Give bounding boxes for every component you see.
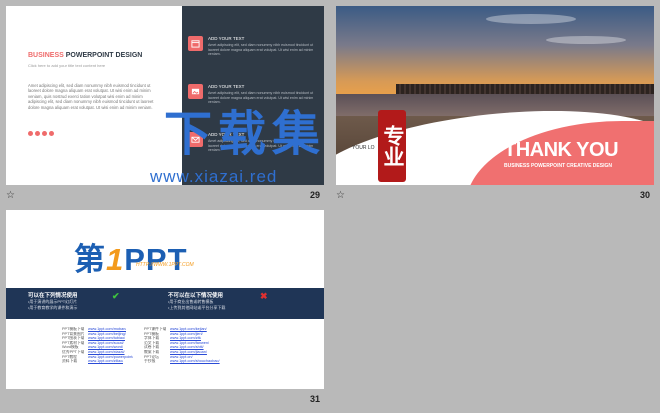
allowed-heading: 可以在下列情况使用 bbox=[28, 293, 78, 299]
brand-text: PPT bbox=[124, 242, 188, 277]
brand-text: 第 bbox=[74, 242, 106, 277]
slide-number: 31 bbox=[310, 394, 321, 404]
slide-number: 30 bbox=[640, 190, 651, 200]
watermark-seal: 专业 bbox=[378, 110, 406, 182]
usage-bar: 可以在下列情况使用 •用于演讲的展示PPT幻灯片 •用于教育教学的课件和演示 不… bbox=[6, 288, 324, 319]
watermark-title: 下载集 bbox=[164, 108, 327, 161]
slide-number: 29 bbox=[310, 190, 321, 200]
link-label: 资料下载 bbox=[62, 359, 78, 364]
check-icon: ✔ bbox=[112, 291, 120, 301]
link-row: 手抄报 www.1ppt.com/shouchaobao/ bbox=[144, 359, 234, 364]
logo-placeholder: YOUR LO bbox=[352, 145, 375, 151]
forbidden-heading: 不可以在以下情况使用 bbox=[168, 293, 224, 299]
link-url[interactable]: www.1ppt.com/ziliao/ bbox=[88, 359, 123, 364]
brand-url: HTTP://WWW.1PPT.COM bbox=[136, 262, 194, 268]
slide-left-panel: BUSINESS POWERPOINT DESIGN Click here to… bbox=[6, 6, 182, 185]
feature-heading: ADD YOUR TEXT bbox=[208, 84, 245, 89]
tagline: BUSINESS POWERPOINT CREATIVE DESIGN bbox=[504, 163, 612, 169]
watermark-url: www.xiazai.red bbox=[150, 167, 278, 186]
cross-icon: ✖ bbox=[260, 291, 268, 301]
feature-heading: ADD YOUR TEXT bbox=[208, 36, 245, 41]
thank-you-headline: THANK YOU bbox=[504, 139, 619, 161]
feature-text: Amet adipiscing elit, sed diam nonummy n… bbox=[208, 43, 314, 57]
decorative-dots bbox=[28, 123, 56, 141]
allowed-line: •用于教育教学的课件和演示 bbox=[28, 304, 78, 310]
title-rest: POWERPOINT DESIGN bbox=[63, 52, 143, 59]
star-icon[interactable]: ☆ bbox=[6, 190, 15, 201]
slide-title: BUSINESS POWERPOINT DESIGN bbox=[28, 52, 142, 59]
link-row: 资料下载 www.1ppt.com/ziliao/ bbox=[62, 359, 152, 364]
link-url[interactable]: www.1ppt.com/shouchaobao/ bbox=[170, 359, 220, 364]
brand-one: 1 bbox=[106, 242, 125, 277]
allowed-column: 可以在下列情况使用 •用于演讲的展示PPT幻灯片 •用于教育教学的课件和演示 bbox=[28, 291, 178, 310]
slide-body-text: Amet adipiscing elit, sed diam nonummy n… bbox=[28, 83, 154, 110]
seal-text: 专业 bbox=[381, 125, 404, 167]
brand-logo: 第1PPT bbox=[74, 234, 188, 279]
calendar-icon bbox=[188, 36, 203, 51]
title-accent: BUSINESS bbox=[28, 52, 64, 59]
feature-item: ADD YOUR TEXT Amet adipiscing elit, sed … bbox=[188, 34, 320, 78]
slide-subtitle: Click here to add your title text conten… bbox=[28, 63, 106, 68]
slide-thumbnail-31[interactable]: 第1PPT HTTP://WWW.1PPT.COM 可以在下列情况使用 •用于演… bbox=[6, 210, 324, 389]
link-label: 手抄报 bbox=[144, 359, 156, 364]
star-icon[interactable]: ☆ bbox=[336, 190, 345, 201]
forbidden-line: •上传到其他网站或平台分享下载 bbox=[168, 304, 226, 310]
link-list-right: PPT课件下载 www.1ppt.com/kejian/PPT模板 www.1ppt… bbox=[144, 327, 234, 364]
forbidden-column: 不可以在以下情况使用 •用于商业出售或转售模板 •上传到其他网站或平台分享下载 bbox=[168, 291, 318, 310]
link-list-left: PPT模板下载 www.1ppt.com/moban/PPT背景图片 www.1pp… bbox=[62, 327, 152, 364]
